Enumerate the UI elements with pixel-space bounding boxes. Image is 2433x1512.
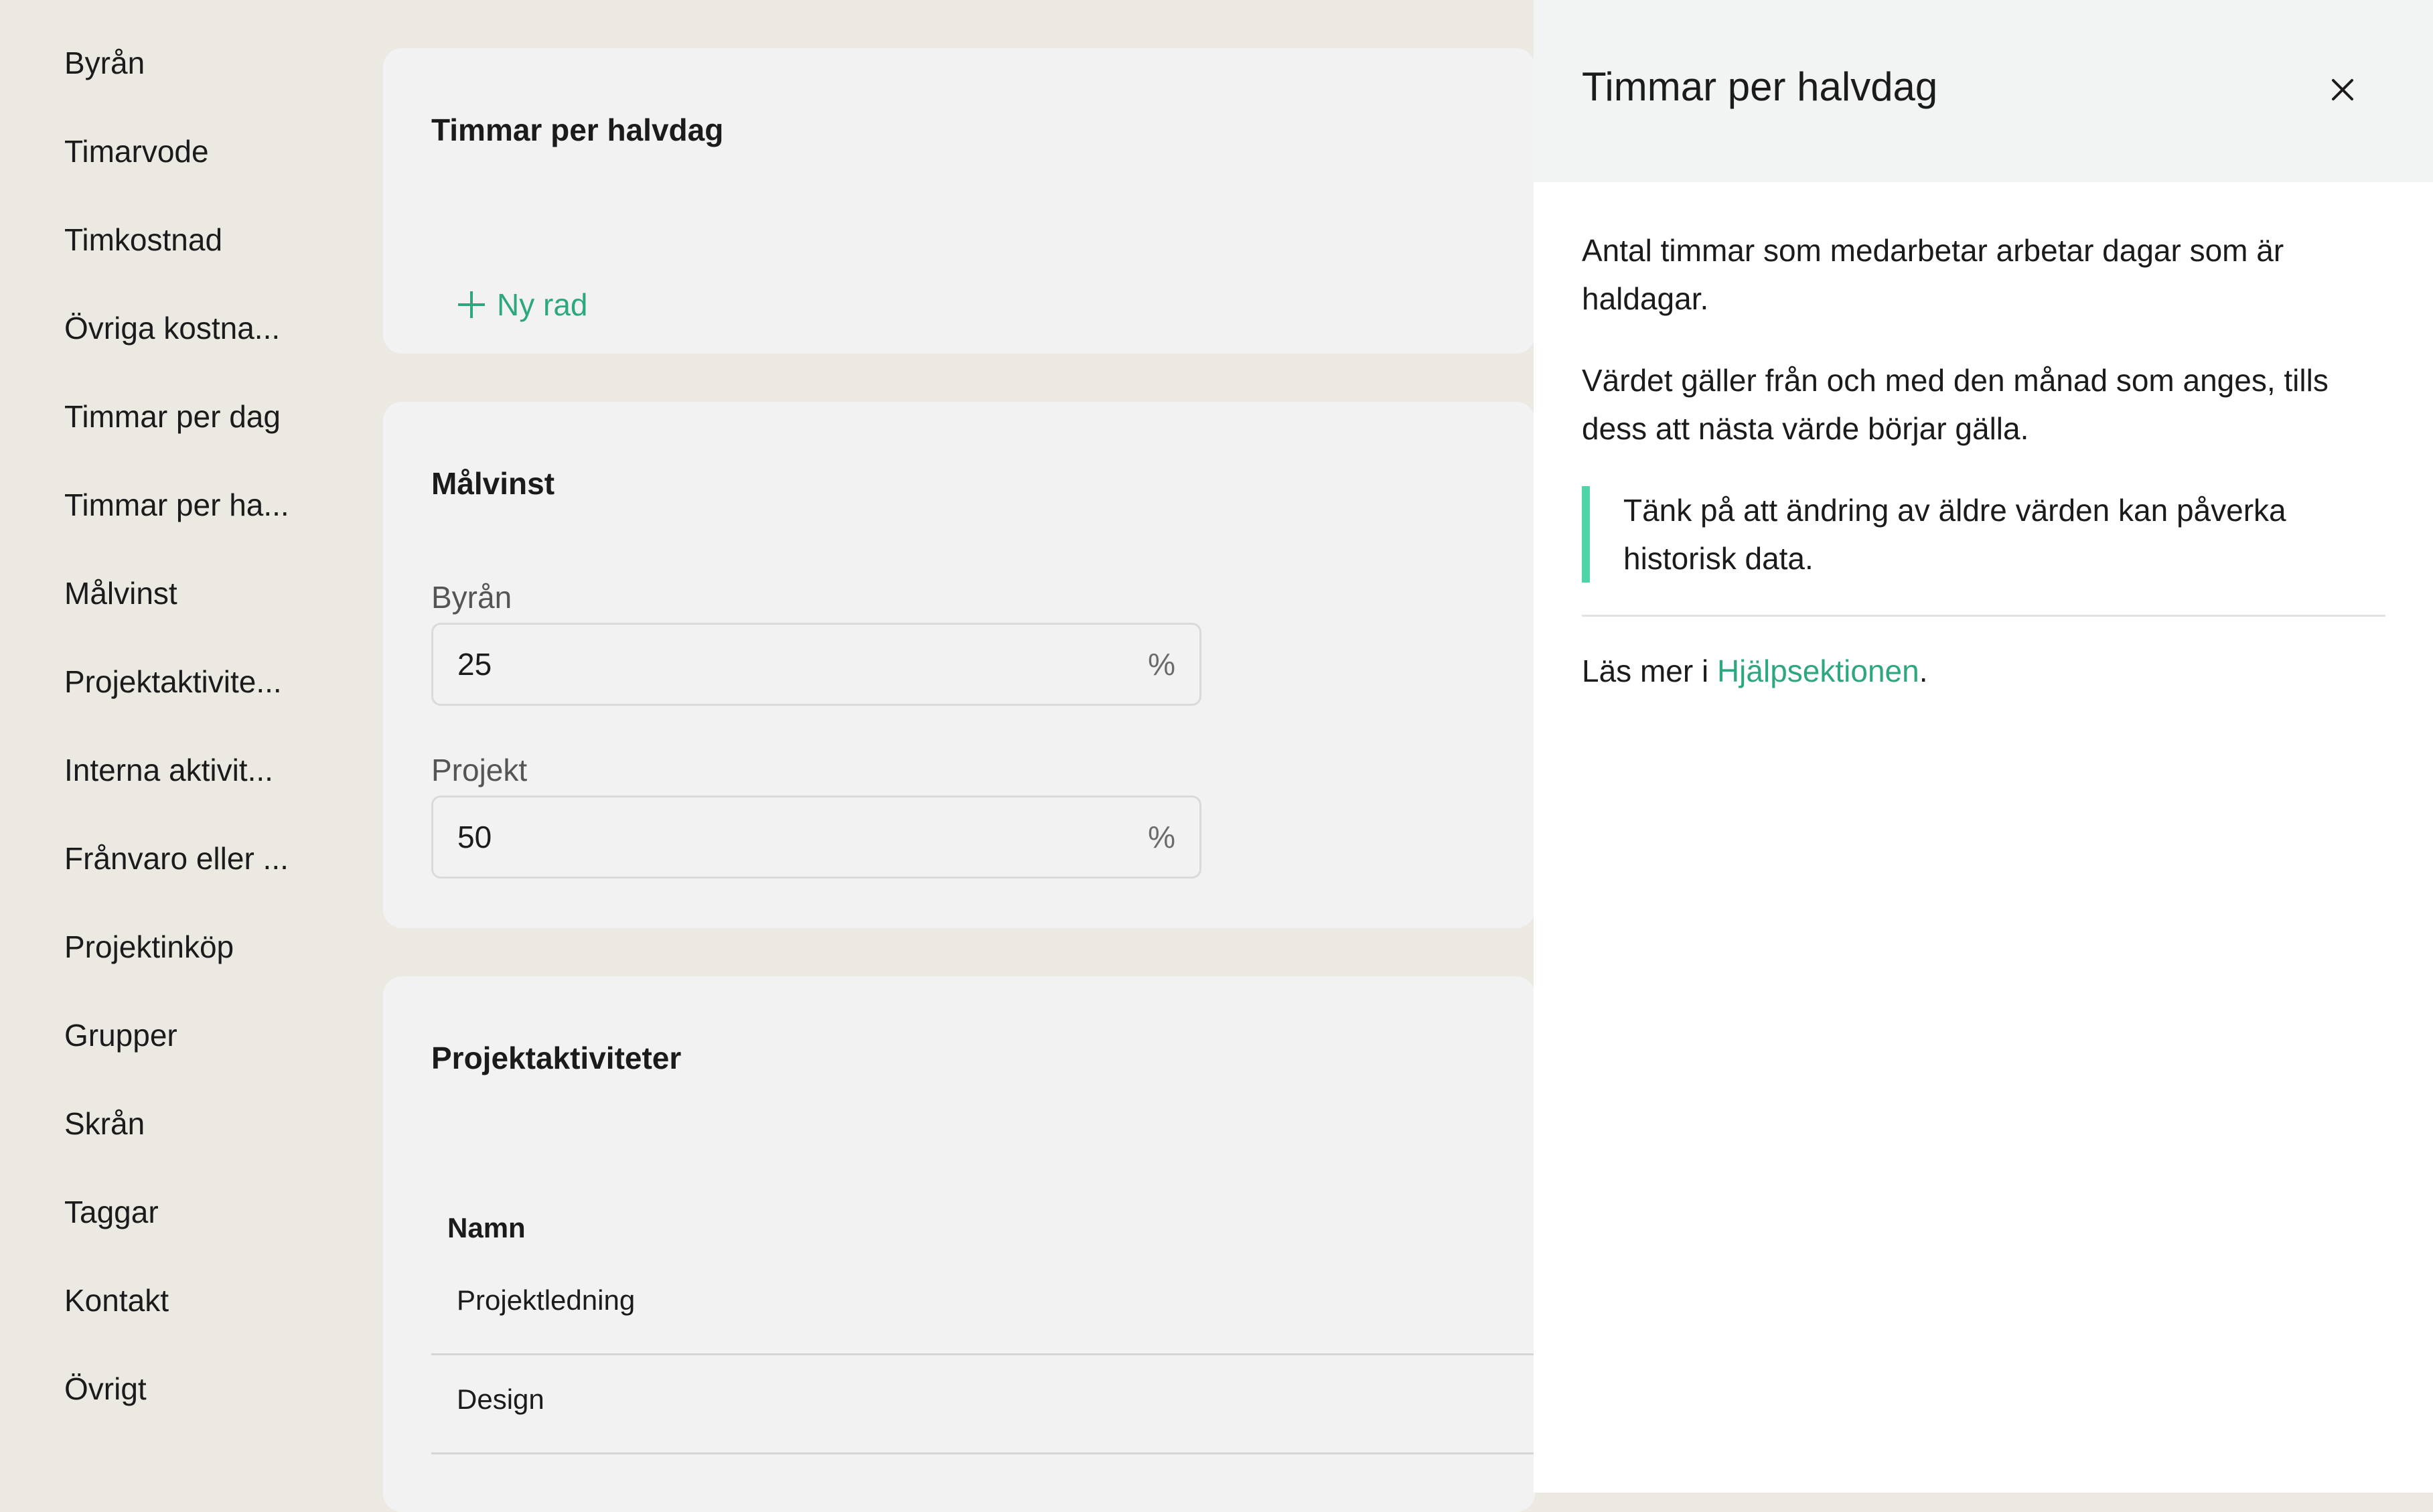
plus-icon xyxy=(457,290,486,319)
warning-callout: Tänk på att ändring av äldre värden kan … xyxy=(1582,486,2385,583)
input-value: 50 xyxy=(457,820,492,854)
read-more-prefix: Läs mer i xyxy=(1582,654,1717,688)
sidebar-item-taggar[interactable]: Taggar xyxy=(64,1192,159,1232)
table-cell-name: Design xyxy=(457,1383,544,1415)
percent-suffix: % xyxy=(1148,647,1175,682)
card-title: Målvinst xyxy=(431,466,555,501)
table-cell-name: Projektledning xyxy=(457,1284,636,1316)
sidebar-item-timarvode[interactable]: Timarvode xyxy=(64,131,209,171)
sidebar-item-ovrigt[interactable]: Övrigt xyxy=(64,1369,147,1409)
malvinst-card: Målvinst Byrån 25 % Projekt 50 % xyxy=(383,402,1535,928)
input-value: 25 xyxy=(457,647,492,682)
close-button[interactable] xyxy=(2323,70,2363,110)
table-row[interactable]: Projektledning xyxy=(431,1258,1535,1355)
sidebar-item-projektaktiviteter[interactable]: Projektaktivite... xyxy=(64,662,282,702)
read-more-text: Läs mer i Hjälpsektionen. xyxy=(1582,647,2372,695)
panel-header: Timmar per halvdag xyxy=(1534,0,2433,182)
divider xyxy=(1582,615,2385,617)
sidebar-item-byran[interactable]: Byrån xyxy=(64,43,145,83)
card-title: Timmar per halvdag xyxy=(431,112,724,147)
projektaktiviteter-card: Projektaktiviteter Namn Projektledning D… xyxy=(383,976,1535,1512)
percent-suffix: % xyxy=(1148,820,1175,854)
add-row-button[interactable]: Ny rad xyxy=(457,287,587,323)
sidebar-item-timmar-per-dag[interactable]: Timmar per dag xyxy=(64,396,281,437)
sidebar-item-skran[interactable]: Skrån xyxy=(64,1104,145,1144)
sidebar-item-malvinst[interactable]: Målvinst xyxy=(64,573,177,613)
panel-validity-text: Värdet gäller från och med den månad som… xyxy=(1582,363,2329,446)
card-title: Projektaktiviteter xyxy=(431,1041,682,1075)
sidebar-item-ovriga-kostnader[interactable]: Övriga kostna... xyxy=(64,308,280,348)
sidebar-item-interna-aktiviteter[interactable]: Interna aktivit... xyxy=(64,750,273,790)
projekt-percent-input[interactable]: 50 % xyxy=(431,796,1201,879)
panel-title: Timmar per halvdag xyxy=(1582,64,1938,109)
table-row[interactable]: Design xyxy=(431,1357,1535,1454)
add-row-label: Ny rad xyxy=(497,287,588,322)
column-header-namn: Namn xyxy=(447,1212,526,1243)
sidebar-item-franvaro[interactable]: Frånvaro eller ... xyxy=(64,838,289,879)
sidebar: Byrån Timarvode Timkostnad Övriga kostna… xyxy=(0,0,375,1493)
help-section-link[interactable]: Hjälpsektionen xyxy=(1717,654,1919,688)
projekt-field-label: Projekt xyxy=(431,753,528,787)
panel-description: Antal timmar som medarbetar arbetar daga… xyxy=(1582,233,2284,316)
sidebar-item-grupper[interactable]: Grupper xyxy=(64,1015,177,1055)
byran-field-label: Byrån xyxy=(431,580,512,615)
read-more-suffix: . xyxy=(1919,654,1928,688)
sidebar-item-projektinkop[interactable]: Projektinköp xyxy=(64,927,234,967)
sidebar-item-timmar-per-halvdag[interactable]: Timmar per ha... xyxy=(64,485,289,525)
help-panel: Timmar per halvdag Antal timmar som meda… xyxy=(1534,0,2433,1493)
byran-percent-input[interactable]: 25 % xyxy=(431,623,1201,706)
halvdag-card: Timmar per halvdag Ny rad xyxy=(383,48,1535,354)
sidebar-item-timkostnad[interactable]: Timkostnad xyxy=(64,220,222,260)
sidebar-item-kontakt[interactable]: Kontakt xyxy=(64,1280,169,1320)
close-icon xyxy=(2332,79,2353,100)
